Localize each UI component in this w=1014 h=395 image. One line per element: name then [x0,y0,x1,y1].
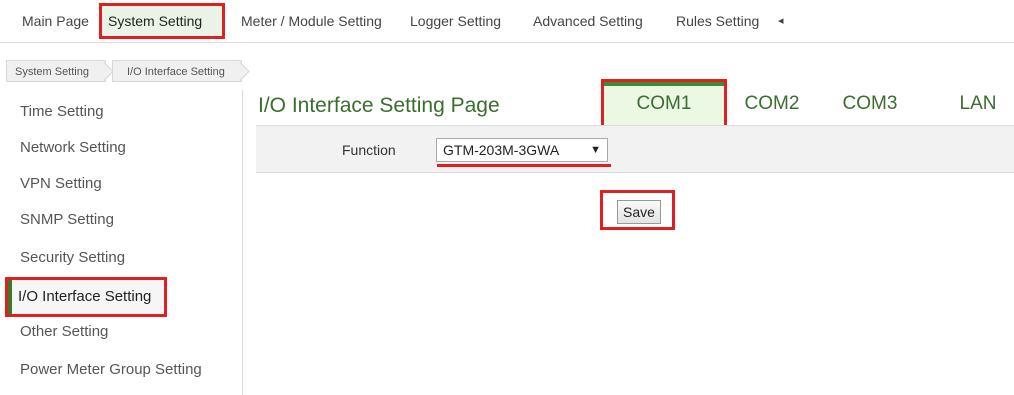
sidebar: Time Setting Network Setting VPN Setting… [0,90,243,395]
function-label: Function [342,142,396,158]
nav-advanced-setting[interactable]: Advanced Setting [527,8,649,34]
chevron-down-icon: ▼ [590,144,601,156]
breadcrumb-system-setting[interactable]: System Setting [6,60,106,82]
sidebar-item-security[interactable]: Security Setting [10,244,125,272]
sidebar-item-other[interactable]: Other Setting [10,318,108,346]
function-select[interactable]: GTM-203M-3GWA ▼ [436,138,608,162]
tab-lan[interactable]: LAN [950,82,1006,126]
save-button[interactable]: Save [617,200,661,224]
tab-com1[interactable]: COM1 [601,79,727,129]
top-navigation: Main Page System Setting Meter / Module … [0,0,1014,43]
tab-com2[interactable]: COM2 [736,82,808,126]
sidebar-item-power-meter-group[interactable]: Power Meter Group Setting [10,356,202,384]
sidebar-item-vpn[interactable]: VPN Setting [10,170,102,198]
page-title: I/O Interface Setting Page [258,94,500,117]
nav-main-page[interactable]: Main Page [16,8,95,34]
nav-logger-setting[interactable]: Logger Setting [404,8,507,34]
sidebar-item-snmp[interactable]: SNMP Setting [10,206,114,234]
sidebar-item-time[interactable]: Time Setting [10,98,104,126]
nav-scroll-left-icon[interactable]: ◂ [772,8,790,34]
breadcrumb-io-interface-setting[interactable]: I/O Interface Setting [112,60,242,82]
sidebar-item-io-interface[interactable]: I/O Interface Setting [5,277,167,317]
nav-meter-module-setting[interactable]: Meter / Module Setting [235,8,388,34]
nav-rules-setting[interactable]: Rules Setting [670,8,765,34]
nav-system-setting[interactable]: System Setting [99,3,225,39]
sidebar-item-network[interactable]: Network Setting [10,134,126,162]
function-select-value: GTM-203M-3GWA [443,142,560,158]
tab-com3[interactable]: COM3 [834,82,906,126]
function-highlight-underline [437,164,611,167]
